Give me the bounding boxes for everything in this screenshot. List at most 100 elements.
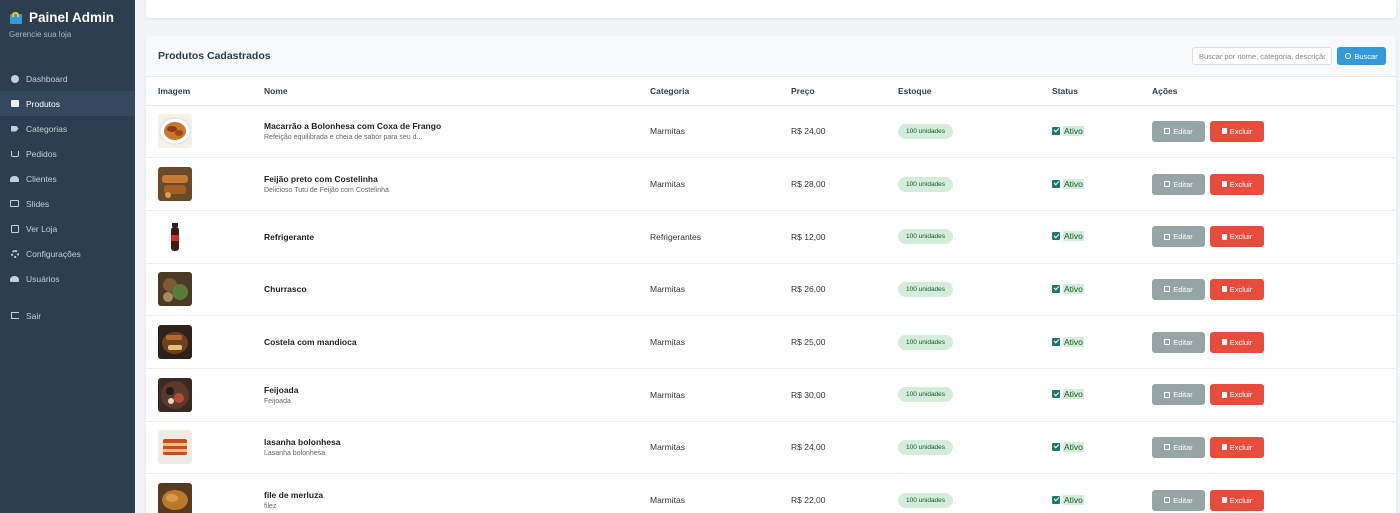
status-indicator: Ativo	[1052, 231, 1084, 242]
row-actions: Editar Excluir	[1152, 226, 1396, 248]
sidebar-item-slides[interactable]: Slides	[0, 191, 135, 216]
sidebar-item-dashboard[interactable]: Dashboard	[0, 66, 135, 91]
cog-icon	[10, 249, 19, 258]
sidebar-item-label: Slides	[26, 198, 50, 209]
products-card: Produtos Cadastrados Buscar Imagem Nome …	[146, 36, 1396, 513]
brand-title: Painel Admin	[29, 10, 115, 25]
status-indicator: Ativo	[1052, 283, 1084, 294]
trash-icon	[1221, 391, 1227, 398]
sidebar-item-usuarios[interactable]: Usuários	[0, 266, 135, 291]
edit-button[interactable]: Editar	[1152, 384, 1205, 406]
product-thumbnail	[158, 430, 192, 465]
search-input[interactable]	[1192, 47, 1332, 65]
search-icon	[1345, 53, 1352, 59]
product-name: Macarrão a Bolonhesa com Coxa de Frango	[264, 121, 442, 132]
column-header-estoque: Estoque	[886, 77, 1040, 106]
sidebar-item-configuracoes[interactable]: Configurações	[0, 241, 135, 266]
row-actions: Editar Excluir	[1152, 120, 1396, 142]
delete-button[interactable]: Excluir	[1210, 436, 1264, 458]
product-price: R$ 24,00	[779, 105, 886, 159]
column-header-acoes: Ações	[1140, 77, 1396, 106]
product-name: Churrasco	[264, 284, 307, 295]
stock-badge: 100 unidades	[898, 123, 954, 139]
nav-separator	[0, 291, 135, 303]
sidebar-item-categorias[interactable]: Categorias	[0, 116, 135, 141]
box-icon	[10, 99, 19, 108]
row-actions: Editar Excluir	[1152, 278, 1396, 300]
column-header-categoria: Categoria	[638, 77, 779, 106]
sidebar-item-produtos[interactable]: Produtos	[0, 91, 135, 116]
edit-icon	[1164, 497, 1171, 504]
checkbox-icon	[1052, 337, 1060, 346]
delete-button[interactable]: Excluir	[1210, 173, 1264, 195]
stock-badge: 100 unidades	[898, 439, 954, 455]
edit-icon	[1164, 181, 1171, 188]
tag-icon	[10, 124, 19, 133]
status-indicator: Ativo	[1052, 494, 1084, 505]
sidebar-item-label: Dashboard	[26, 73, 68, 84]
product-description: Feijoada	[264, 397, 291, 405]
status-indicator: Ativo	[1052, 336, 1084, 347]
product-category: Refrigerantes	[638, 210, 779, 264]
product-price: R$ 28,00	[779, 157, 886, 211]
sidebar-item-ver-loja[interactable]: Ver Loja	[0, 216, 135, 241]
product-description: Refeição equilibrada e cheia de sabor pa…	[264, 134, 423, 142]
stock-badge: 100 unidades	[898, 176, 954, 192]
soda-bottle-image	[158, 219, 192, 254]
edit-icon	[1164, 128, 1171, 135]
product-category: Marmitas	[638, 368, 779, 422]
edit-button[interactable]: Editar	[1152, 331, 1205, 353]
row-actions: Editar Excluir	[1152, 384, 1396, 406]
edit-icon	[1164, 286, 1171, 293]
edit-icon	[1164, 233, 1171, 240]
status-label: Ativo	[1063, 494, 1084, 505]
delete-button[interactable]: Excluir	[1210, 226, 1264, 248]
top-card	[146, 0, 1396, 18]
edit-button[interactable]: Editar	[1152, 278, 1205, 300]
trash-icon	[1221, 444, 1227, 451]
edit-button[interactable]: Editar	[1152, 489, 1205, 511]
sidebar-item-clientes[interactable]: Clientes	[0, 166, 135, 191]
product-thumbnail	[158, 167, 192, 202]
edit-button[interactable]: Editar	[1152, 173, 1205, 195]
products-table: Imagem Nome Categoria Preço Estoque Stat…	[146, 77, 1396, 513]
product-category: Marmitas	[638, 157, 779, 211]
product-name: Costela com mandioca	[264, 337, 357, 348]
delete-button-label: Excluir	[1229, 179, 1253, 189]
delete-button[interactable]: Excluir	[1210, 120, 1264, 142]
delete-button[interactable]: Excluir	[1210, 384, 1264, 406]
external-link-icon	[10, 224, 19, 233]
delete-button-label: Excluir	[1229, 284, 1253, 294]
status-label: Ativo	[1063, 389, 1084, 400]
product-name: Feijoada	[264, 384, 299, 395]
trash-icon	[1221, 233, 1227, 240]
status-label: Ativo	[1063, 336, 1084, 347]
delete-button[interactable]: Excluir	[1210, 331, 1264, 353]
table-row: Feijão preto com Costelinha Delicioso Tu…	[146, 157, 1396, 211]
edit-button[interactable]: Editar	[1152, 436, 1205, 458]
edit-icon	[1164, 391, 1171, 398]
checkbox-icon	[1052, 179, 1060, 188]
sidebar-item-sair[interactable]: Sair	[0, 303, 135, 328]
row-actions: Editar Excluir	[1152, 489, 1396, 511]
edit-button-label: Editar	[1173, 126, 1193, 136]
lasagna-image	[158, 430, 192, 465]
card-title: Produtos Cadastrados	[158, 50, 271, 62]
edit-button[interactable]: Editar	[1152, 226, 1205, 248]
card-header: Produtos Cadastrados Buscar	[146, 36, 1396, 77]
delete-button[interactable]: Excluir	[1210, 278, 1264, 300]
status-label: Ativo	[1063, 441, 1084, 452]
checkbox-icon	[1052, 442, 1060, 451]
sidebar-item-pedidos[interactable]: Pedidos	[0, 141, 135, 166]
product-price: R$ 12,00	[779, 210, 886, 264]
status-indicator: Ativo	[1052, 125, 1084, 136]
delete-button-label: Excluir	[1229, 337, 1253, 347]
product-price: R$ 26,00	[779, 263, 886, 317]
edit-icon	[1164, 339, 1171, 346]
search-button[interactable]: Buscar	[1337, 47, 1386, 65]
delete-button[interactable]: Excluir	[1210, 489, 1264, 511]
edit-button[interactable]: Editar	[1152, 120, 1205, 142]
product-name: Refrigerante	[264, 231, 315, 242]
checkbox-icon	[1052, 495, 1060, 504]
table-header-row: Imagem Nome Categoria Preço Estoque Stat…	[146, 77, 1396, 106]
